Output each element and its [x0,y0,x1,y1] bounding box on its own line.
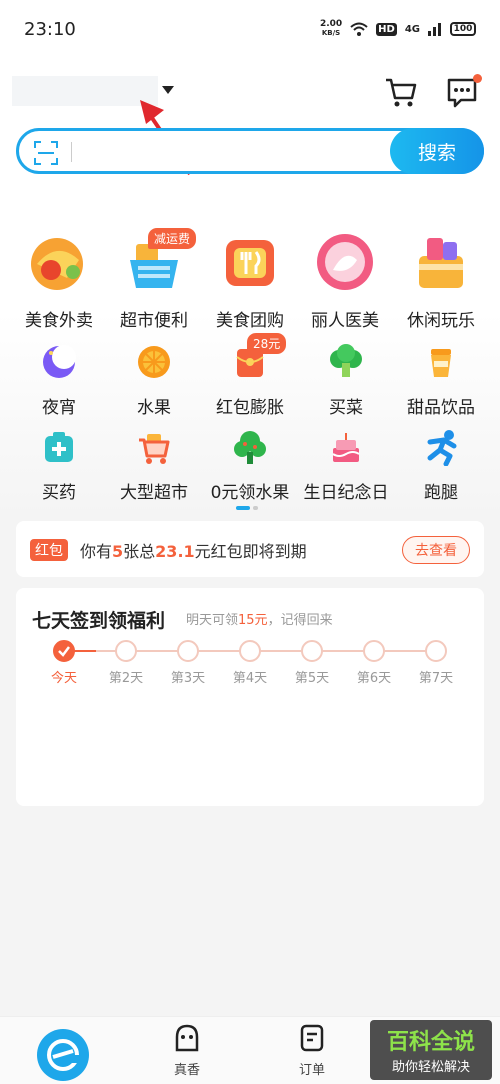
cart-icon[interactable] [384,76,418,110]
zhenxiang-icon [175,1024,199,1052]
carousel-dot-active [236,506,250,510]
check-icon [53,640,75,662]
checkin-day: 第7天 [406,640,466,686]
category-leisure[interactable]: 休闲玩乐 [396,230,486,331]
leisure-icon [419,238,463,288]
checkin-circle [425,640,447,662]
status-bar: 23:10 2.00 KB/S HD 4G 100 [0,0,500,60]
watermark: 百科全说 助你轻松解决 [370,1020,492,1080]
category-badge: 减运费 [148,228,197,249]
chevron-down-icon[interactable] [162,86,174,94]
search-bar[interactable]: 搜索 [16,128,484,174]
category-medicine[interactable]: 买药 [9,428,109,503]
carousel-dot [253,506,258,510]
shopping-cart-icon [139,434,170,464]
category-late-night[interactable]: 夜宵 [9,343,109,418]
checkin-day: 第6天 [344,640,404,686]
status-time: 23:10 [24,19,76,40]
unread-dot [473,74,482,83]
category-vegetables[interactable]: 买菜 [296,343,396,418]
checkin-day: 今天 [34,640,94,686]
category-food-delivery[interactable]: 美食外卖 [14,230,104,331]
checkin-day: 第4天 [220,640,280,686]
nav-zhenxiang[interactable]: 真香 [152,1023,222,1078]
coupon-banner[interactable]: 红包 你有5张总23.1元红包即将到期 去查看 [16,521,484,577]
category-group-buy[interactable]: 美食团购 [205,230,295,331]
checkin-title: 七天签到领福利 [32,610,166,632]
category-birthday[interactable]: 生日纪念日 [296,428,396,503]
category-errand[interactable]: 跑腿 [391,428,491,503]
checkin-day-label: 今天 [50,671,77,686]
group-buy-icon [226,240,274,286]
checkin-day-label: 第3天 [170,671,206,686]
checkin-circle [177,640,199,662]
checkin-card: 七天签到领福利 明天可领15元，记得回来 今天 第2天 第3天 第4天 第5天 第6天 第7… [16,588,484,806]
coupon-text: 你有5张总23.1元红包即将到期 [80,542,307,561]
search-divider [71,142,72,162]
nav-orders[interactable]: 订单 [277,1023,347,1078]
wifi-icon [350,22,368,36]
category-hypermarket[interactable]: 大型超市 [104,428,204,503]
medicine-icon [45,432,73,462]
orange-icon [138,346,170,378]
checkin-circle [239,640,261,662]
beauty-icon [317,234,373,290]
location-selector[interactable] [12,76,158,106]
status-icons: 2.00 KB/S HD 4G 100 [320,20,476,38]
checkin-day-label: 第7天 [418,671,454,686]
food-delivery-icon [31,238,83,290]
carousel-indicator [236,506,258,510]
tree-icon [234,431,266,464]
checkin-circle [115,640,137,662]
nav-home[interactable] [37,1029,89,1081]
category-beauty[interactable]: 丽人医美 [300,230,390,331]
checkin-day-label: 第2天 [108,671,144,686]
checkin-day-label: 第5天 [294,671,330,686]
category-desserts[interactable]: 甜品饮品 [391,343,491,418]
category-fruit[interactable]: 水果 [104,343,204,418]
checkin-circle [363,640,385,662]
drink-icon [431,349,451,377]
search-button[interactable]: 搜索 [390,128,484,174]
home-logo-icon [47,1039,79,1071]
category-red-packet[interactable]: 红包膨胀 [200,343,300,418]
battery-icon: 100 [450,22,476,36]
moon-icon [43,345,76,378]
cake-icon [332,433,360,462]
checkin-day-label: 第6天 [356,671,392,686]
checkin-subtitle: 明天可领15元，记得回来 [186,613,333,628]
checkin-circle [301,640,323,662]
runner-icon [427,430,457,467]
category-free-fruit[interactable]: 0元领水果 [200,428,300,503]
red-packet-tag: 红包 [30,539,68,561]
scan-icon[interactable] [33,140,59,166]
checkin-day-label: 第4天 [232,671,268,686]
checkin-day: 第2天 [96,640,156,686]
checkin-day: 第3天 [158,640,218,686]
signal-label: 4G [404,23,420,35]
hd-icon: HD [376,22,397,36]
signal-icon [428,23,441,36]
orders-icon [300,1024,324,1052]
network-speed: 2.00 KB/S [319,19,343,38]
vegetable-icon [330,344,362,377]
category-badge: 28元 [247,333,287,354]
checkin-day: 第5天 [282,640,342,686]
view-coupon-button[interactable]: 去查看 [402,536,470,564]
